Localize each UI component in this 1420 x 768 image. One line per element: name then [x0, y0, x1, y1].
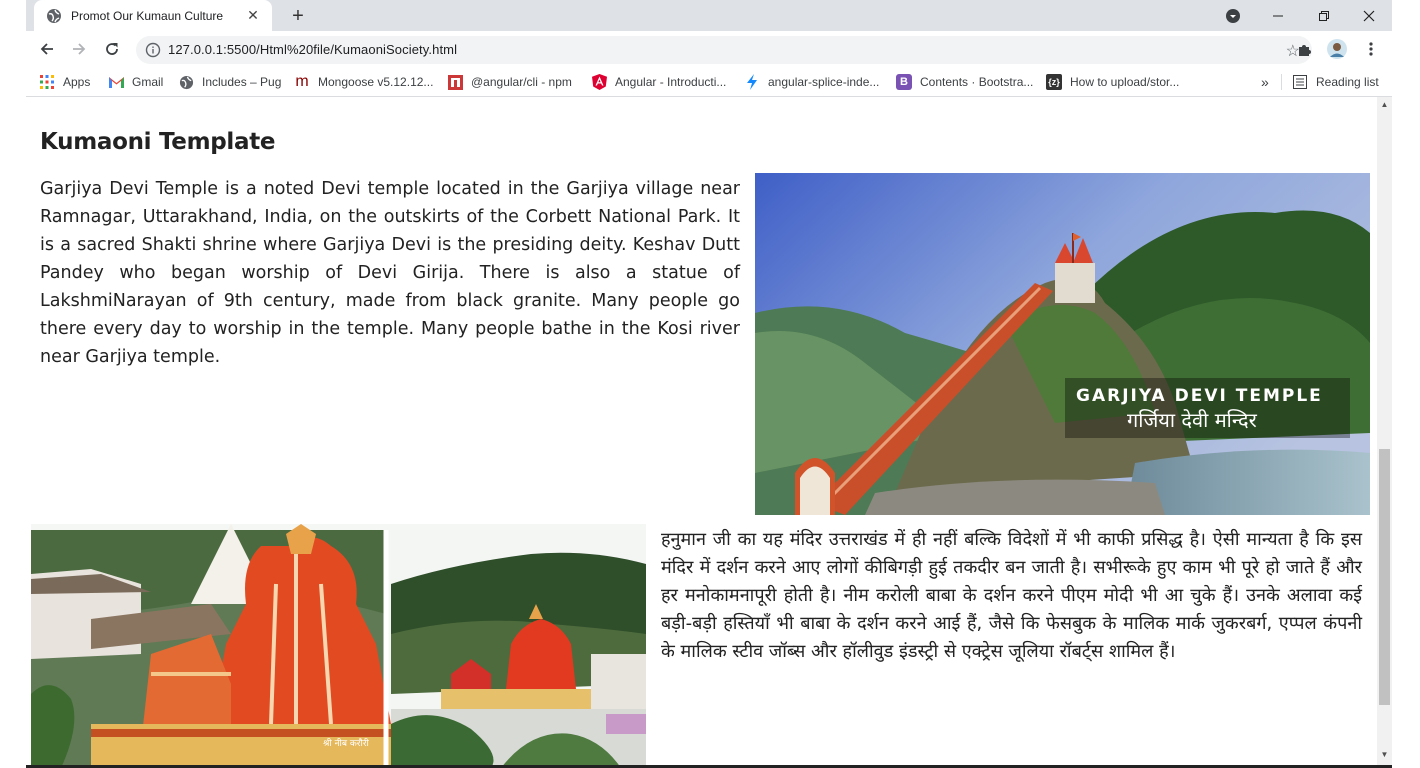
- bookmark-bootstrap[interactable]: B Contents · Bootstra...: [896, 73, 1033, 91]
- apps-grid-icon: [39, 74, 55, 90]
- browser-tab[interactable]: Promot Our Kumaun Culture ✕: [34, 0, 272, 31]
- browser-toolbar: 127.0.0.1:5500/Html%20file/KumaoniSociet…: [26, 31, 1392, 68]
- bootstrap-icon: B: [896, 74, 912, 90]
- bookmark-label: How to upload/stor...: [1070, 75, 1180, 89]
- image-caption-english: GARJIYA DEVI TEMPLE: [1076, 386, 1323, 406]
- bookmark-label: angular-splice-inde...: [768, 75, 880, 89]
- extensions-puzzle-icon[interactable]: [1293, 37, 1317, 61]
- browser-window: Promot Our Kumaun Culture ✕ + 127.0.0.1:…: [26, 0, 1392, 768]
- code-icon: {z}: [1046, 74, 1062, 90]
- reading-list-label: Reading list: [1316, 75, 1379, 89]
- bookmark-pug[interactable]: Includes – Pug: [178, 73, 281, 91]
- bookmark-label: Mongoose v5.12.12...: [318, 75, 434, 89]
- npm-icon: [447, 74, 463, 90]
- image-caption-hindi: गर्जिया देवी मन्दिर: [1127, 408, 1258, 432]
- bookmarks-bar: Apps Gmail Includes – Pug m Mongoose v5.…: [26, 68, 1392, 97]
- page-viewport: Kumaoni Template Garjiya Devi Temple is …: [26, 97, 1392, 768]
- reload-button[interactable]: [100, 37, 124, 61]
- bookmark-label: Angular - Introducti...: [615, 75, 727, 89]
- profile-dropdown-icon[interactable]: [1221, 0, 1245, 31]
- globe-icon: [178, 74, 194, 90]
- bookmark-angular-splice[interactable]: angular-splice-inde...: [744, 73, 879, 91]
- back-button[interactable]: [35, 37, 59, 61]
- bookmark-label: Apps: [63, 75, 91, 89]
- angular-icon: [591, 74, 607, 90]
- avatar[interactable]: [1325, 37, 1349, 61]
- close-window-icon[interactable]: [1349, 0, 1389, 31]
- bookmark-label: Contents · Bootstra...: [920, 75, 1034, 89]
- page-scrollbar[interactable]: ▲ ▼: [1377, 97, 1392, 768]
- menu-kebab-icon[interactable]: [1359, 37, 1383, 61]
- minimize-icon[interactable]: [1258, 0, 1298, 31]
- bookmark-upload[interactable]: {z} How to upload/stor...: [1046, 73, 1179, 91]
- close-tab-icon[interactable]: ✕: [244, 7, 262, 25]
- forward-button[interactable]: [67, 37, 91, 61]
- info-icon[interactable]: [145, 42, 161, 58]
- gmail-icon: [108, 74, 124, 90]
- bookmark-apps[interactable]: Apps: [39, 73, 90, 91]
- bookmark-gmail[interactable]: Gmail: [108, 73, 163, 91]
- tab-strip: Promot Our Kumaun Culture ✕ +: [26, 0, 1392, 31]
- bolt-icon: [744, 74, 760, 90]
- garjiya-temple-image: GARJIYA DEVI TEMPLE गर्जिया देवी मन्दिर: [755, 173, 1370, 515]
- bookmark-mongoose[interactable]: m Mongoose v5.12.12...: [294, 73, 433, 91]
- scroll-up-arrow-icon[interactable]: ▲: [1377, 97, 1392, 112]
- bookmark-label: @angular/cli - npm: [471, 75, 572, 89]
- image-inscription: श्री नीब करौरी: [323, 737, 369, 749]
- hanuman-temple-description: हनुमान जी का यह मंदिर उत्तराखंड में ही न…: [661, 529, 1362, 662]
- bookmarks-divider: [1281, 74, 1282, 90]
- reading-list-button[interactable]: Reading list: [1292, 73, 1379, 91]
- kainchi-dham-image: श्री नीब करौरी: [31, 524, 646, 768]
- scroll-down-arrow-icon[interactable]: ▼: [1377, 747, 1392, 762]
- scrollbar-thumb[interactable]: [1379, 449, 1390, 705]
- bookmark-angular[interactable]: Angular - Introducti...: [591, 73, 726, 91]
- restore-icon[interactable]: [1304, 0, 1344, 31]
- bookmark-label: Gmail: [132, 75, 164, 89]
- url-text: 127.0.0.1:5500/Html%20file/KumaoniSociet…: [168, 42, 458, 57]
- tab-title: Promot Our Kumaun Culture: [71, 8, 224, 23]
- more-bookmarks-button[interactable]: »: [1261, 73, 1269, 91]
- reading-list-icon: [1292, 74, 1308, 90]
- bookmark-label: Includes – Pug: [202, 75, 282, 89]
- mongoose-icon: m: [295, 73, 309, 90]
- temple-description: Garjiya Devi Temple is a noted Devi temp…: [40, 179, 740, 367]
- new-tab-button[interactable]: +: [286, 4, 310, 28]
- address-bar[interactable]: 127.0.0.1:5500/Html%20file/KumaoniSociet…: [136, 36, 1312, 64]
- globe-icon: [46, 8, 62, 24]
- bookmark-npm[interactable]: @angular/cli - npm: [447, 73, 572, 91]
- page-heading: Kumaoni Template: [40, 129, 276, 155]
